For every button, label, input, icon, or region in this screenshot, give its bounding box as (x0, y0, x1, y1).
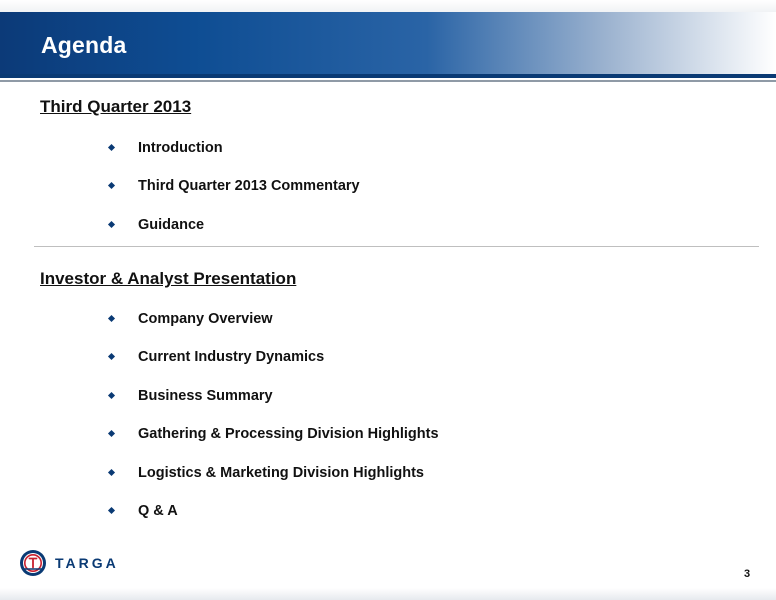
bottom-fade (0, 588, 776, 600)
agenda-item: Company Overview (108, 311, 439, 349)
agenda-item-label: Business Summary (138, 387, 273, 404)
section-heading-investor-presentation: Investor & Analyst Presentation (40, 269, 297, 288)
agenda-list-third-quarter: Introduction Third Quarter 2013 Commenta… (108, 140, 360, 255)
agenda-item-label: Third Quarter 2013 Commentary (138, 178, 360, 195)
agenda-item-label: Guidance (138, 216, 205, 233)
agenda-item: Current Industry Dynamics (108, 349, 439, 387)
targa-wordmark: TARGA (55, 555, 119, 571)
agenda-item: Third Quarter 2013 Commentary (108, 178, 360, 216)
diamond-bullet-icon (108, 217, 138, 233)
agenda-item: Business Summary (108, 388, 439, 426)
agenda-item: Q & A (108, 503, 439, 541)
diamond-bullet-icon (108, 503, 138, 519)
targa-emblem-icon (20, 550, 46, 576)
agenda-item-label: Introduction (138, 140, 223, 156)
diamond-bullet-icon (108, 426, 138, 442)
diamond-bullet-icon (108, 311, 138, 327)
diamond-bullet-icon (108, 140, 138, 156)
diamond-bullet-icon (108, 178, 138, 194)
slide-title: Agenda (41, 32, 127, 58)
agenda-item-label: Logistics & Marketing Division Highlight… (138, 464, 424, 481)
diamond-bullet-icon (108, 349, 138, 365)
agenda-item-label: Company Overview (138, 311, 273, 327)
diamond-bullet-icon (108, 388, 138, 404)
title-rule-secondary (0, 80, 776, 82)
agenda-item-label: Current Industry Dynamics (138, 349, 325, 366)
agenda-item-label: Gathering & Processing Division Highligh… (138, 426, 439, 443)
agenda-list-investor-presentation: Company Overview Current Industry Dynami… (108, 311, 439, 541)
targa-logo: TARGA (19, 548, 119, 578)
section-heading-third-quarter: Third Quarter 2013 (40, 97, 192, 116)
title-rule (0, 74, 776, 78)
title-bar: Agenda (0, 12, 776, 74)
agenda-item: Gathering & Processing Division Highligh… (108, 426, 439, 464)
section-divider (34, 246, 759, 247)
agenda-item: Introduction (108, 140, 360, 178)
agenda-item: Logistics & Marketing Division Highlight… (108, 465, 439, 503)
agenda-item-label: Q & A (138, 502, 178, 519)
page-number: 3 (744, 568, 751, 580)
agenda-item: Guidance (108, 217, 360, 255)
diamond-bullet-icon (108, 465, 138, 481)
